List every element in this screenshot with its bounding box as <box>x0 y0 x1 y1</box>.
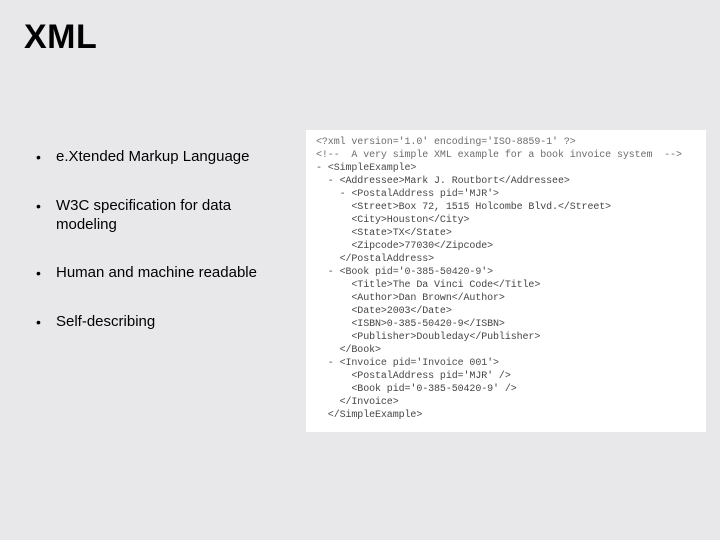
code-line: <Date>2003</Date> <box>316 305 696 318</box>
code-line: </SimpleExample> <box>316 409 696 422</box>
code-line: <PostalAddress pid='MJR' /> <box>316 370 696 383</box>
bullet-text: W3C specification for data modeling <box>56 197 286 235</box>
code-line: <Zipcode>77030</Zipcode> <box>316 240 696 253</box>
xml-code-sample: <?xml version='1.0' encoding='ISO-8859-1… <box>306 130 706 432</box>
code-line: <State>TX</State> <box>316 227 696 240</box>
bullet-text: Self-describing <box>56 313 155 332</box>
code-line: - <SimpleExample> <box>316 162 696 175</box>
code-line: <City>Houston</City> <box>316 214 696 227</box>
code-line: <Author>Dan Brown</Author> <box>316 292 696 305</box>
code-line: <Street>Box 72, 1515 Holcombe Blvd.</Str… <box>316 201 696 214</box>
slide-title: XML <box>24 18 97 57</box>
code-line: - <Book pid='0-385-50420-9'> <box>316 266 696 279</box>
code-line: - <Invoice pid='Invoice 001'> <box>316 357 696 370</box>
bullet-icon: • <box>36 264 56 283</box>
bullet-list: • e.Xtended Markup Language • W3C specif… <box>36 148 286 362</box>
code-line: </PostalAddress> <box>316 253 696 266</box>
list-item: • W3C specification for data modeling <box>36 197 286 235</box>
code-line: <ISBN>0-385-50420-9</ISBN> <box>316 318 696 331</box>
bullet-text: e.Xtended Markup Language <box>56 148 249 167</box>
code-line: <Title>The Da Vinci Code</Title> <box>316 279 696 292</box>
code-line: <!-- A very simple XML example for a boo… <box>316 149 696 162</box>
bullet-icon: • <box>36 197 56 235</box>
code-line: </Invoice> <box>316 396 696 409</box>
code-line: </Book> <box>316 344 696 357</box>
list-item: • Self-describing <box>36 313 286 332</box>
code-line: - <Addressee>Mark J. Routbort</Addressee… <box>316 175 696 188</box>
code-line: - <PostalAddress pid='MJR'> <box>316 188 696 201</box>
bullet-text: Human and machine readable <box>56 264 257 283</box>
code-line: <Publisher>Doubleday</Publisher> <box>316 331 696 344</box>
bullet-icon: • <box>36 313 56 332</box>
list-item: • Human and machine readable <box>36 264 286 283</box>
bullet-icon: • <box>36 148 56 167</box>
code-line: <Book pid='0-385-50420-9' /> <box>316 383 696 396</box>
code-line: <?xml version='1.0' encoding='ISO-8859-1… <box>316 136 696 149</box>
list-item: • e.Xtended Markup Language <box>36 148 286 167</box>
